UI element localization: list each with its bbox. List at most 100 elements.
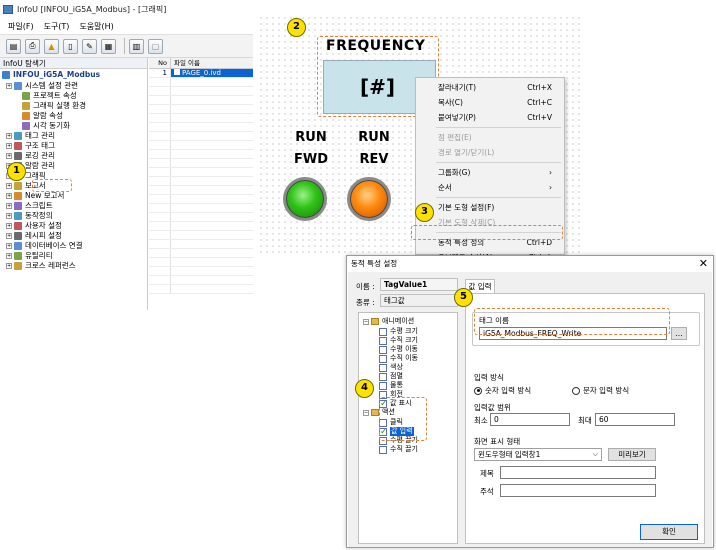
row-no xyxy=(149,159,171,167)
radio-numeric[interactable]: 숫자 입력 방식 xyxy=(474,385,531,396)
comment-field[interactable] xyxy=(500,484,656,497)
table-row[interactable]: 1 PAGE_0.ivd xyxy=(149,69,253,78)
expand-icon[interactable]: + xyxy=(6,233,12,239)
sidebar-item-label: 동작정의 xyxy=(25,211,53,220)
context-menu-item[interactable]: 경로 열기/닫기(L) xyxy=(416,145,564,160)
document-icon[interactable]: ▯ xyxy=(63,38,78,54)
checkbox-icon[interactable] xyxy=(379,372,387,381)
context-menu-item[interactable]: 그룹화(G) › xyxy=(416,165,564,180)
monitor-icon[interactable]: ▦ xyxy=(101,38,116,54)
collapse-icon[interactable]: − xyxy=(363,318,369,325)
expand-icon[interactable]: + xyxy=(6,243,12,249)
checkbox-icon[interactable] xyxy=(379,381,387,390)
tree-item-animation[interactable]: 수직 크기 xyxy=(379,336,418,345)
run-fwd-line1: RUN xyxy=(295,130,327,145)
sidebar-item[interactable]: + 태그 관리 xyxy=(6,131,55,141)
context-menu-item[interactable]: 기본 도형 설정(F) xyxy=(416,200,564,215)
context-menu-item[interactable]: 순서 › xyxy=(416,180,564,195)
tree-item-label: 애니메이션 xyxy=(382,317,415,325)
expand-icon[interactable]: + xyxy=(6,253,12,259)
close-icon[interactable]: ✕ xyxy=(699,256,708,271)
sidebar-item[interactable]: + New 보고서 xyxy=(6,191,64,201)
tree-item-action[interactable]: 수직 끌기 xyxy=(379,445,418,454)
sidebar-item[interactable]: + 레시피 설정 xyxy=(6,231,62,241)
sidebar-item-label: 그래픽 실행 환경 xyxy=(33,101,87,110)
context-menu-item[interactable]: 붙여넣기(P) Ctrl+V xyxy=(416,110,564,125)
chart-icon[interactable]: ▥ xyxy=(129,38,144,54)
checkbox-icon[interactable] xyxy=(379,336,387,345)
help-icon[interactable]: ▢ xyxy=(148,38,163,54)
tree-item-animation[interactable]: 수평 크기 xyxy=(379,327,418,336)
tree-item-label: 수직 끌기 xyxy=(390,445,418,453)
max-field[interactable]: 60 xyxy=(595,413,675,426)
menu-tools[interactable]: 도구(T) xyxy=(44,21,70,32)
display-select[interactable]: 윈도우형태 입력창1 ⌵ xyxy=(474,448,602,461)
sidebar-item[interactable]: 알람 속성 xyxy=(22,111,63,121)
sidebar-item-label: 크로스 레퍼런스 xyxy=(25,261,76,270)
expand-icon[interactable]: + xyxy=(6,143,12,149)
menu-item-label: 경로 열기/닫기(L) xyxy=(438,148,495,157)
sidebar-item[interactable]: + 크로스 레퍼런스 xyxy=(6,261,76,271)
sidebar-item[interactable]: + 사용자 설정 xyxy=(6,221,62,231)
menu-item-shortcut: › xyxy=(549,183,552,192)
expand-icon[interactable]: + xyxy=(6,263,12,269)
checkbox-icon[interactable] xyxy=(379,363,387,372)
expand-icon[interactable]: + xyxy=(6,193,12,199)
checkbox-icon[interactable] xyxy=(379,445,387,454)
expand-icon[interactable]: + xyxy=(6,153,12,159)
save-icon[interactable]: ▤ xyxy=(6,38,21,54)
checkbox-icon[interactable] xyxy=(379,354,387,363)
sidebar-item[interactable]: + 유틸리티 xyxy=(6,251,53,261)
expand-icon[interactable]: + xyxy=(6,183,12,189)
run-fwd-lamp[interactable] xyxy=(283,177,327,221)
table-row xyxy=(149,222,253,231)
checkbox-icon[interactable] xyxy=(379,345,387,354)
sidebar-item[interactable]: + 로깅 관리 xyxy=(6,151,55,161)
sidebar-item[interactable]: + 구조 태그 xyxy=(6,141,55,151)
tree-item-animation[interactable]: 물통 xyxy=(379,381,403,390)
preview-button[interactable]: 미리보기 xyxy=(608,448,656,461)
min-field[interactable]: 0 xyxy=(490,413,570,426)
settings-icon[interactable]: ✎ xyxy=(82,38,97,54)
table-row xyxy=(149,231,253,240)
tree-group-animation[interactable]: − 애니메이션 xyxy=(363,317,414,326)
expand-icon[interactable]: + xyxy=(6,133,12,139)
new-report-icon xyxy=(14,192,22,200)
table-row xyxy=(149,168,253,177)
expand-icon[interactable]: + xyxy=(6,213,12,219)
sidebar-item[interactable]: + 스크립트 xyxy=(6,201,53,211)
title-field[interactable] xyxy=(500,466,656,479)
sidebar-item[interactable]: + 데이터베이스 연결 xyxy=(6,241,83,251)
sidebar-item[interactable]: 프로젝트 속성 xyxy=(22,91,77,101)
context-menu-item[interactable]: 점 편집(E) xyxy=(416,130,564,145)
tree-root[interactable]: INFOU_iG5A_Modbus xyxy=(2,70,100,80)
ok-button[interactable]: 확인 xyxy=(640,524,698,540)
menu-help[interactable]: 도움말(H) xyxy=(79,21,113,32)
context-menu-item[interactable]: 잘라내기(T) Ctrl+X xyxy=(416,80,564,95)
table-row xyxy=(149,267,253,276)
run-rev-lamp[interactable] xyxy=(347,177,391,221)
utility-icon xyxy=(14,252,22,260)
expand-icon[interactable]: + xyxy=(6,83,12,89)
user-icon xyxy=(14,222,22,230)
tree-item-animation[interactable]: 수평 이동 xyxy=(379,345,418,354)
collapse-icon[interactable]: − xyxy=(363,409,369,416)
tree-item-animation[interactable]: 수직 이동 xyxy=(379,354,418,363)
expand-icon[interactable]: + xyxy=(6,223,12,229)
sidebar-item[interactable]: + 시스템 설정 관련 xyxy=(6,81,78,91)
expand-icon[interactable]: + xyxy=(6,203,12,209)
menu-file[interactable]: 파일(F) xyxy=(8,21,34,32)
radio-text[interactable]: 문자 입력 방식 xyxy=(572,385,629,396)
context-menu-item[interactable]: 복사(C) Ctrl+C xyxy=(416,95,564,110)
print-icon[interactable]: ⎙ xyxy=(25,38,40,54)
checkbox-icon[interactable] xyxy=(379,327,387,336)
row-no xyxy=(149,195,171,203)
warning-icon[interactable]: ▲ xyxy=(44,38,59,54)
tree-item-animation[interactable]: 점멸 xyxy=(379,372,403,381)
name-field[interactable]: TagValue1 xyxy=(380,278,458,291)
sidebar-item[interactable]: 시각 동기화 xyxy=(22,121,70,131)
sidebar-item[interactable]: + 동작정의 xyxy=(6,211,53,221)
sidebar-item[interactable]: 그래픽 실행 환경 xyxy=(22,101,86,111)
tree-item-animation[interactable]: 색상 xyxy=(379,363,403,372)
browse-button[interactable]: ... xyxy=(671,327,687,340)
